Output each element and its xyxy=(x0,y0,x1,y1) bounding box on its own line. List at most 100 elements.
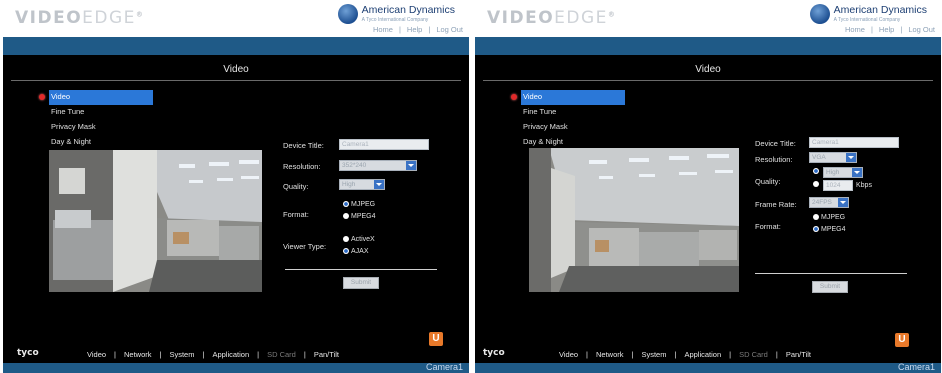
videoedge-logo: VIDEOEDGE® xyxy=(15,8,145,28)
page-title: Video xyxy=(223,64,249,75)
radio-unchecked-icon xyxy=(813,214,819,220)
frame-rate-select[interactable]: 24FPS xyxy=(809,197,849,208)
frame-rate-label: Frame Rate: xyxy=(755,200,797,209)
quality-preset-radio[interactable] xyxy=(813,168,821,175)
form-divider xyxy=(285,269,437,270)
active-bullet-icon xyxy=(511,94,517,100)
page-title: Video xyxy=(695,64,721,75)
office-scene-image xyxy=(49,150,262,292)
orange-u-badge[interactable]: U xyxy=(895,333,909,347)
format-mjpeg-radio[interactable]: MJPEG xyxy=(813,214,845,221)
title-divider xyxy=(11,80,461,81)
radio-unchecked-icon xyxy=(813,181,819,187)
quality-bitrate-radio[interactable] xyxy=(813,181,821,188)
format-label: Format: xyxy=(283,210,309,219)
logout-link[interactable]: Log Out xyxy=(436,25,463,34)
top-links: Home | Help | Log Out xyxy=(844,25,935,34)
resolution-label: Resolution: xyxy=(755,155,793,164)
resolution-select[interactable]: VGA xyxy=(809,152,857,163)
radio-checked-icon xyxy=(343,201,349,207)
menu-item-day-night[interactable]: Day & Night xyxy=(49,135,153,150)
office-scene-image xyxy=(529,148,739,292)
side-menu: Video Fine Tune Privacy Mask Day & Night xyxy=(39,90,153,150)
chevron-down-icon xyxy=(374,180,384,189)
viewer-ajax-radio[interactable]: AJAX xyxy=(343,248,369,255)
quality-select[interactable]: High xyxy=(823,167,863,178)
device-title-label: Device Title: xyxy=(755,139,796,148)
radio-checked-icon xyxy=(343,248,349,254)
format-mpeg4-radio[interactable]: MPEG4 xyxy=(813,226,846,233)
bottom-nav: Video | Network | System | Application | SD Card… xyxy=(559,350,811,359)
bitrate-input[interactable]: 1024 xyxy=(823,180,853,191)
nav-system[interactable]: System xyxy=(169,350,194,359)
nav-application[interactable]: Application xyxy=(684,350,721,359)
nav-system[interactable]: System xyxy=(641,350,666,359)
header-bar xyxy=(475,37,941,55)
top-links: Home | Help | Log Out xyxy=(372,25,463,34)
radio-unchecked-icon xyxy=(343,236,349,242)
nav-video[interactable]: Video xyxy=(87,350,106,359)
chevron-down-icon xyxy=(838,198,848,207)
nav-sd-card: SD Card xyxy=(267,350,296,359)
radio-checked-icon xyxy=(813,226,819,232)
bitrate-unit-label: Kbps xyxy=(856,182,872,189)
nav-pan-tilt[interactable]: Pan/Tilt xyxy=(314,350,339,359)
side-menu: Video Fine Tune Privacy Mask Day & Night xyxy=(511,90,625,150)
submit-button[interactable]: Submit xyxy=(812,281,848,293)
header: VIDEOEDGE® American Dynamics A Tyco Inte… xyxy=(3,0,469,36)
menu-item-privacy-mask[interactable]: Privacy Mask xyxy=(521,120,625,135)
format-label: Format: xyxy=(755,222,781,231)
device-title-input[interactable]: Camera1 xyxy=(809,137,899,148)
format-mpeg4-radio[interactable]: MPEG4 xyxy=(343,213,376,220)
orange-u-badge[interactable]: U xyxy=(429,332,443,346)
globe-icon xyxy=(809,4,830,24)
logout-link[interactable]: Log Out xyxy=(908,25,935,34)
home-link[interactable]: Home xyxy=(845,25,865,34)
device-title-label: Device Title: xyxy=(283,141,324,150)
submit-button[interactable]: Submit xyxy=(343,277,379,289)
menu-item-fine-tune[interactable]: Fine Tune xyxy=(521,105,625,120)
nav-network[interactable]: Network xyxy=(124,350,152,359)
menu-item-video[interactable]: Video xyxy=(521,90,625,105)
nav-video[interactable]: Video xyxy=(559,350,578,359)
quality-select[interactable]: High xyxy=(339,179,385,190)
chevron-down-icon xyxy=(406,161,416,170)
help-link[interactable]: Help xyxy=(879,25,894,34)
chevron-down-icon xyxy=(846,153,856,162)
chevron-down-icon xyxy=(852,168,862,177)
radio-checked-icon xyxy=(813,168,819,174)
format-mjpeg-radio[interactable]: MJPEG xyxy=(343,201,375,208)
video-preview xyxy=(49,150,262,292)
menu-item-privacy-mask[interactable]: Privacy Mask xyxy=(49,120,153,135)
nav-network[interactable]: Network xyxy=(596,350,624,359)
resolution-label: Resolution: xyxy=(283,162,321,171)
quality-label: Quality: xyxy=(283,182,309,191)
menu-item-video[interactable]: Video xyxy=(49,90,153,105)
camera-label: Camera1 xyxy=(897,362,935,372)
nav-pan-tilt[interactable]: Pan/Tilt xyxy=(786,350,811,359)
resolution-select[interactable]: 352*240 xyxy=(339,160,417,171)
title-divider xyxy=(483,80,933,81)
left-panel: VIDEOEDGE® American Dynamics A Tyco Inte… xyxy=(3,0,469,373)
device-title-input[interactable]: Camera1 xyxy=(339,139,429,150)
video-preview xyxy=(529,148,739,292)
active-bullet-icon xyxy=(39,94,45,100)
nav-sd-card: SD Card xyxy=(739,350,768,359)
videoedge-logo: VIDEOEDGE® xyxy=(487,8,617,28)
form-divider xyxy=(755,273,907,274)
menu-item-fine-tune[interactable]: Fine Tune xyxy=(49,105,153,120)
home-link[interactable]: Home xyxy=(373,25,393,34)
tyco-logo: tyco xyxy=(17,348,39,358)
globe-icon xyxy=(337,4,358,24)
viewer-type-label: Viewer Type: xyxy=(283,242,327,251)
viewer-activex-radio[interactable]: ActiveX xyxy=(343,236,375,243)
help-link[interactable]: Help xyxy=(407,25,422,34)
camera-label: Camera1 xyxy=(425,362,463,372)
bottom-nav: Video | Network | System | Application | SD Card… xyxy=(87,350,339,359)
footer-bar xyxy=(3,363,469,373)
header-bar xyxy=(3,37,469,55)
right-panel: VIDEOEDGE® American Dynamics A Tyco Inte… xyxy=(475,0,941,373)
quality-label: Quality: xyxy=(755,177,781,186)
nav-application[interactable]: Application xyxy=(212,350,249,359)
tyco-logo: tyco xyxy=(483,348,505,358)
